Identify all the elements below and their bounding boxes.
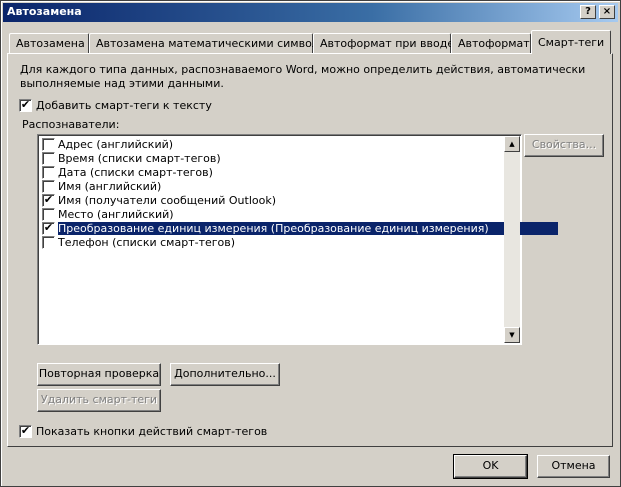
cancel-button[interactable]: Отмена: [537, 455, 610, 478]
description-text: Для каждого типа данных, распознаваемого…: [20, 63, 586, 90]
tab-autoformat-as-you-type[interactable]: Автоформат при вводе: [313, 33, 454, 53]
tab-math-autocorrect[interactable]: Автозамена математическими символами: [89, 33, 341, 53]
list-item-label: Преобразование единиц измерения (Преобра…: [58, 222, 558, 235]
remove-smart-tags-button[interactable]: Удалить смарт-теги: [37, 389, 161, 412]
list-item[interactable]: Дата (списки смарт-тегов): [40, 166, 499, 180]
list-item[interactable]: Телефон (списки смарт-тегов): [40, 236, 499, 250]
list-item-checkbox[interactable]: [42, 166, 55, 179]
help-button[interactable]: ?: [580, 5, 596, 19]
recognizers-list[interactable]: Адрес (английский) Время (списки смарт-т…: [37, 134, 558, 345]
list-item-checkbox[interactable]: [42, 180, 55, 193]
vertical-scrollbar[interactable]: ▲ ▼: [504, 136, 520, 343]
ok-button[interactable]: OK: [453, 454, 528, 479]
tab-smart-tags[interactable]: Смарт-теги: [531, 30, 611, 54]
tab-strip: Автозамена Автозамена математическими си…: [7, 30, 613, 54]
list-item-label: Время (списки смарт-тегов): [58, 152, 221, 165]
list-item-checkbox[interactable]: ✔: [42, 222, 55, 235]
close-button[interactable]: ×: [599, 5, 615, 19]
scroll-down-arrow-icon[interactable]: ▼: [504, 327, 520, 343]
more-button[interactable]: Дополнительно...: [170, 363, 280, 386]
recognizers-label: Распознаватели:: [22, 118, 120, 131]
list-item[interactable]: Имя (английский): [40, 180, 499, 194]
list-item-label: Адрес (английский): [58, 138, 174, 151]
tab-autocorrect[interactable]: Автозамена: [9, 33, 89, 53]
list-item-label: Имя (английский): [58, 180, 162, 193]
list-item[interactable]: Время (списки смарт-тегов): [40, 152, 499, 166]
list-item[interactable]: ✔ Имя (получатели сообщений Outlook): [40, 194, 499, 208]
properties-button[interactable]: Свойства...: [524, 134, 604, 157]
scroll-up-arrow-icon[interactable]: ▲: [504, 136, 520, 152]
title-bar[interactable]: Автозамена ? ×: [3, 3, 618, 22]
smart-tags-panel: Для каждого типа данных, распознаваемого…: [7, 53, 613, 447]
window-title: Автозамена: [7, 5, 82, 18]
show-action-buttons-label[interactable]: Показать кнопки действий смарт-тегов: [36, 425, 267, 438]
autocorrect-dialog: Автозамена ? × Автозамена Автозамена мат…: [0, 0, 621, 487]
list-item-checkbox[interactable]: [42, 236, 55, 249]
add-smart-tags-label[interactable]: Добавить смарт-теги к тексту: [36, 99, 212, 112]
list-item-label: Дата (списки смарт-тегов): [58, 166, 213, 179]
list-item-checkbox[interactable]: [42, 138, 55, 151]
list-item[interactable]: Место (английский): [40, 208, 499, 222]
list-item[interactable]: Адрес (английский): [40, 138, 499, 152]
list-item-label: Телефон (списки смарт-тегов): [58, 236, 236, 249]
list-item-checkbox[interactable]: [42, 208, 55, 221]
list-item-selected[interactable]: ✔ Преобразование единиц измерения (Преоб…: [40, 222, 558, 236]
list-item-checkbox[interactable]: ✔: [42, 194, 55, 207]
show-action-buttons-checkbox[interactable]: ✔: [19, 425, 32, 438]
list-item-label: Место (английский): [58, 208, 174, 221]
recheck-button[interactable]: Повторная проверка: [37, 363, 161, 386]
add-smart-tags-checkbox[interactable]: ✔: [19, 99, 32, 112]
tab-autoformat[interactable]: Автоформат: [451, 33, 531, 53]
list-item-checkbox[interactable]: [42, 152, 55, 165]
list-item-label: Имя (получатели сообщений Outlook): [58, 194, 277, 207]
